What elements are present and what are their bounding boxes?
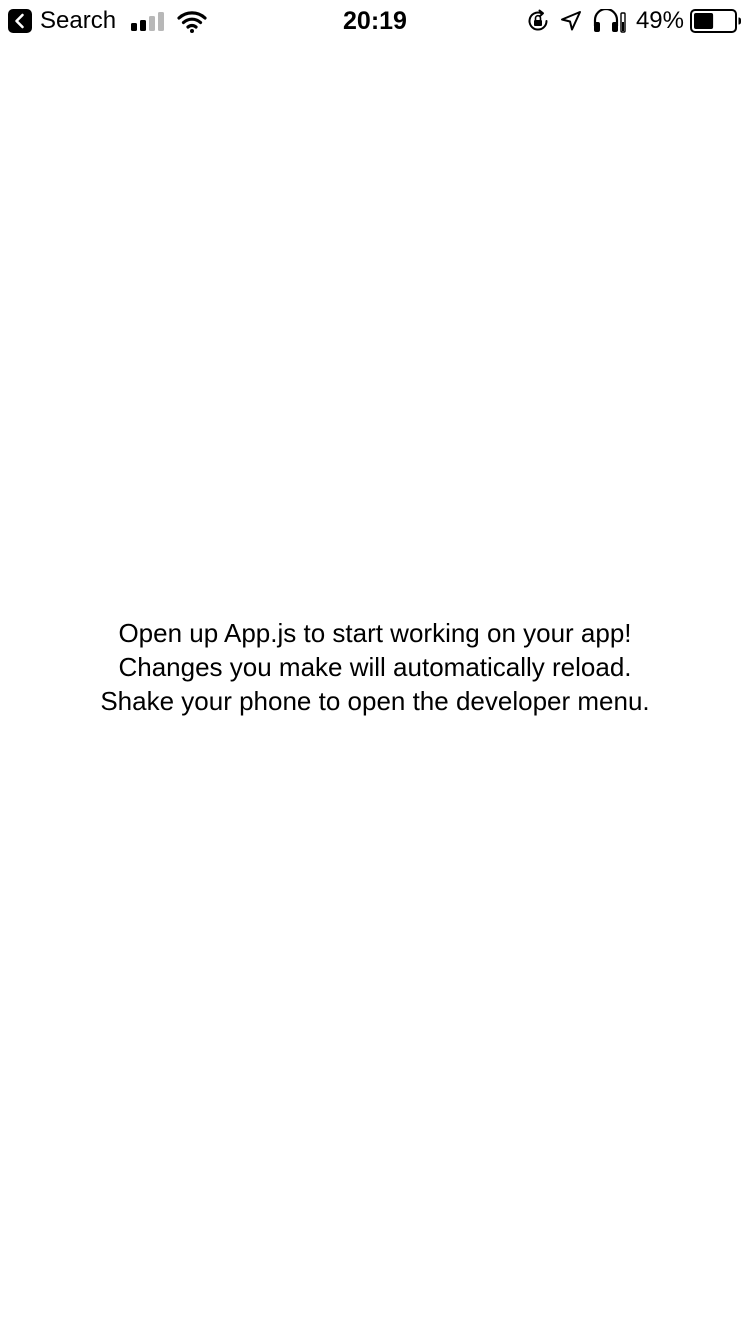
back-arrow-icon [8,9,32,33]
back-label: Search [40,7,117,34]
wifi-icon [177,11,207,33]
back-to-search-button[interactable]: Search [8,7,116,35]
battery-icon [690,9,741,33]
instruction-line-auto-reload: Changes you make will automatically relo… [118,652,632,682]
headphones-icon [593,9,626,33]
location-arrow-icon [560,11,581,31]
instruction-line-open-app: Open up App.js to start working on your … [118,618,632,648]
welcome-message: Open up App.js to start working on your … [0,616,750,718]
battery-percent: 49% [635,7,684,34]
status-bar: Search 20:19 49% [0,0,750,40]
status-bar-right: 49% [526,6,742,36]
status-bar-left: Search [8,6,207,36]
orientation-lock-icon [528,9,548,31]
signal-icon [131,12,165,31]
instruction-line-developer-menu: Shake your phone to open the developer m… [100,686,650,716]
